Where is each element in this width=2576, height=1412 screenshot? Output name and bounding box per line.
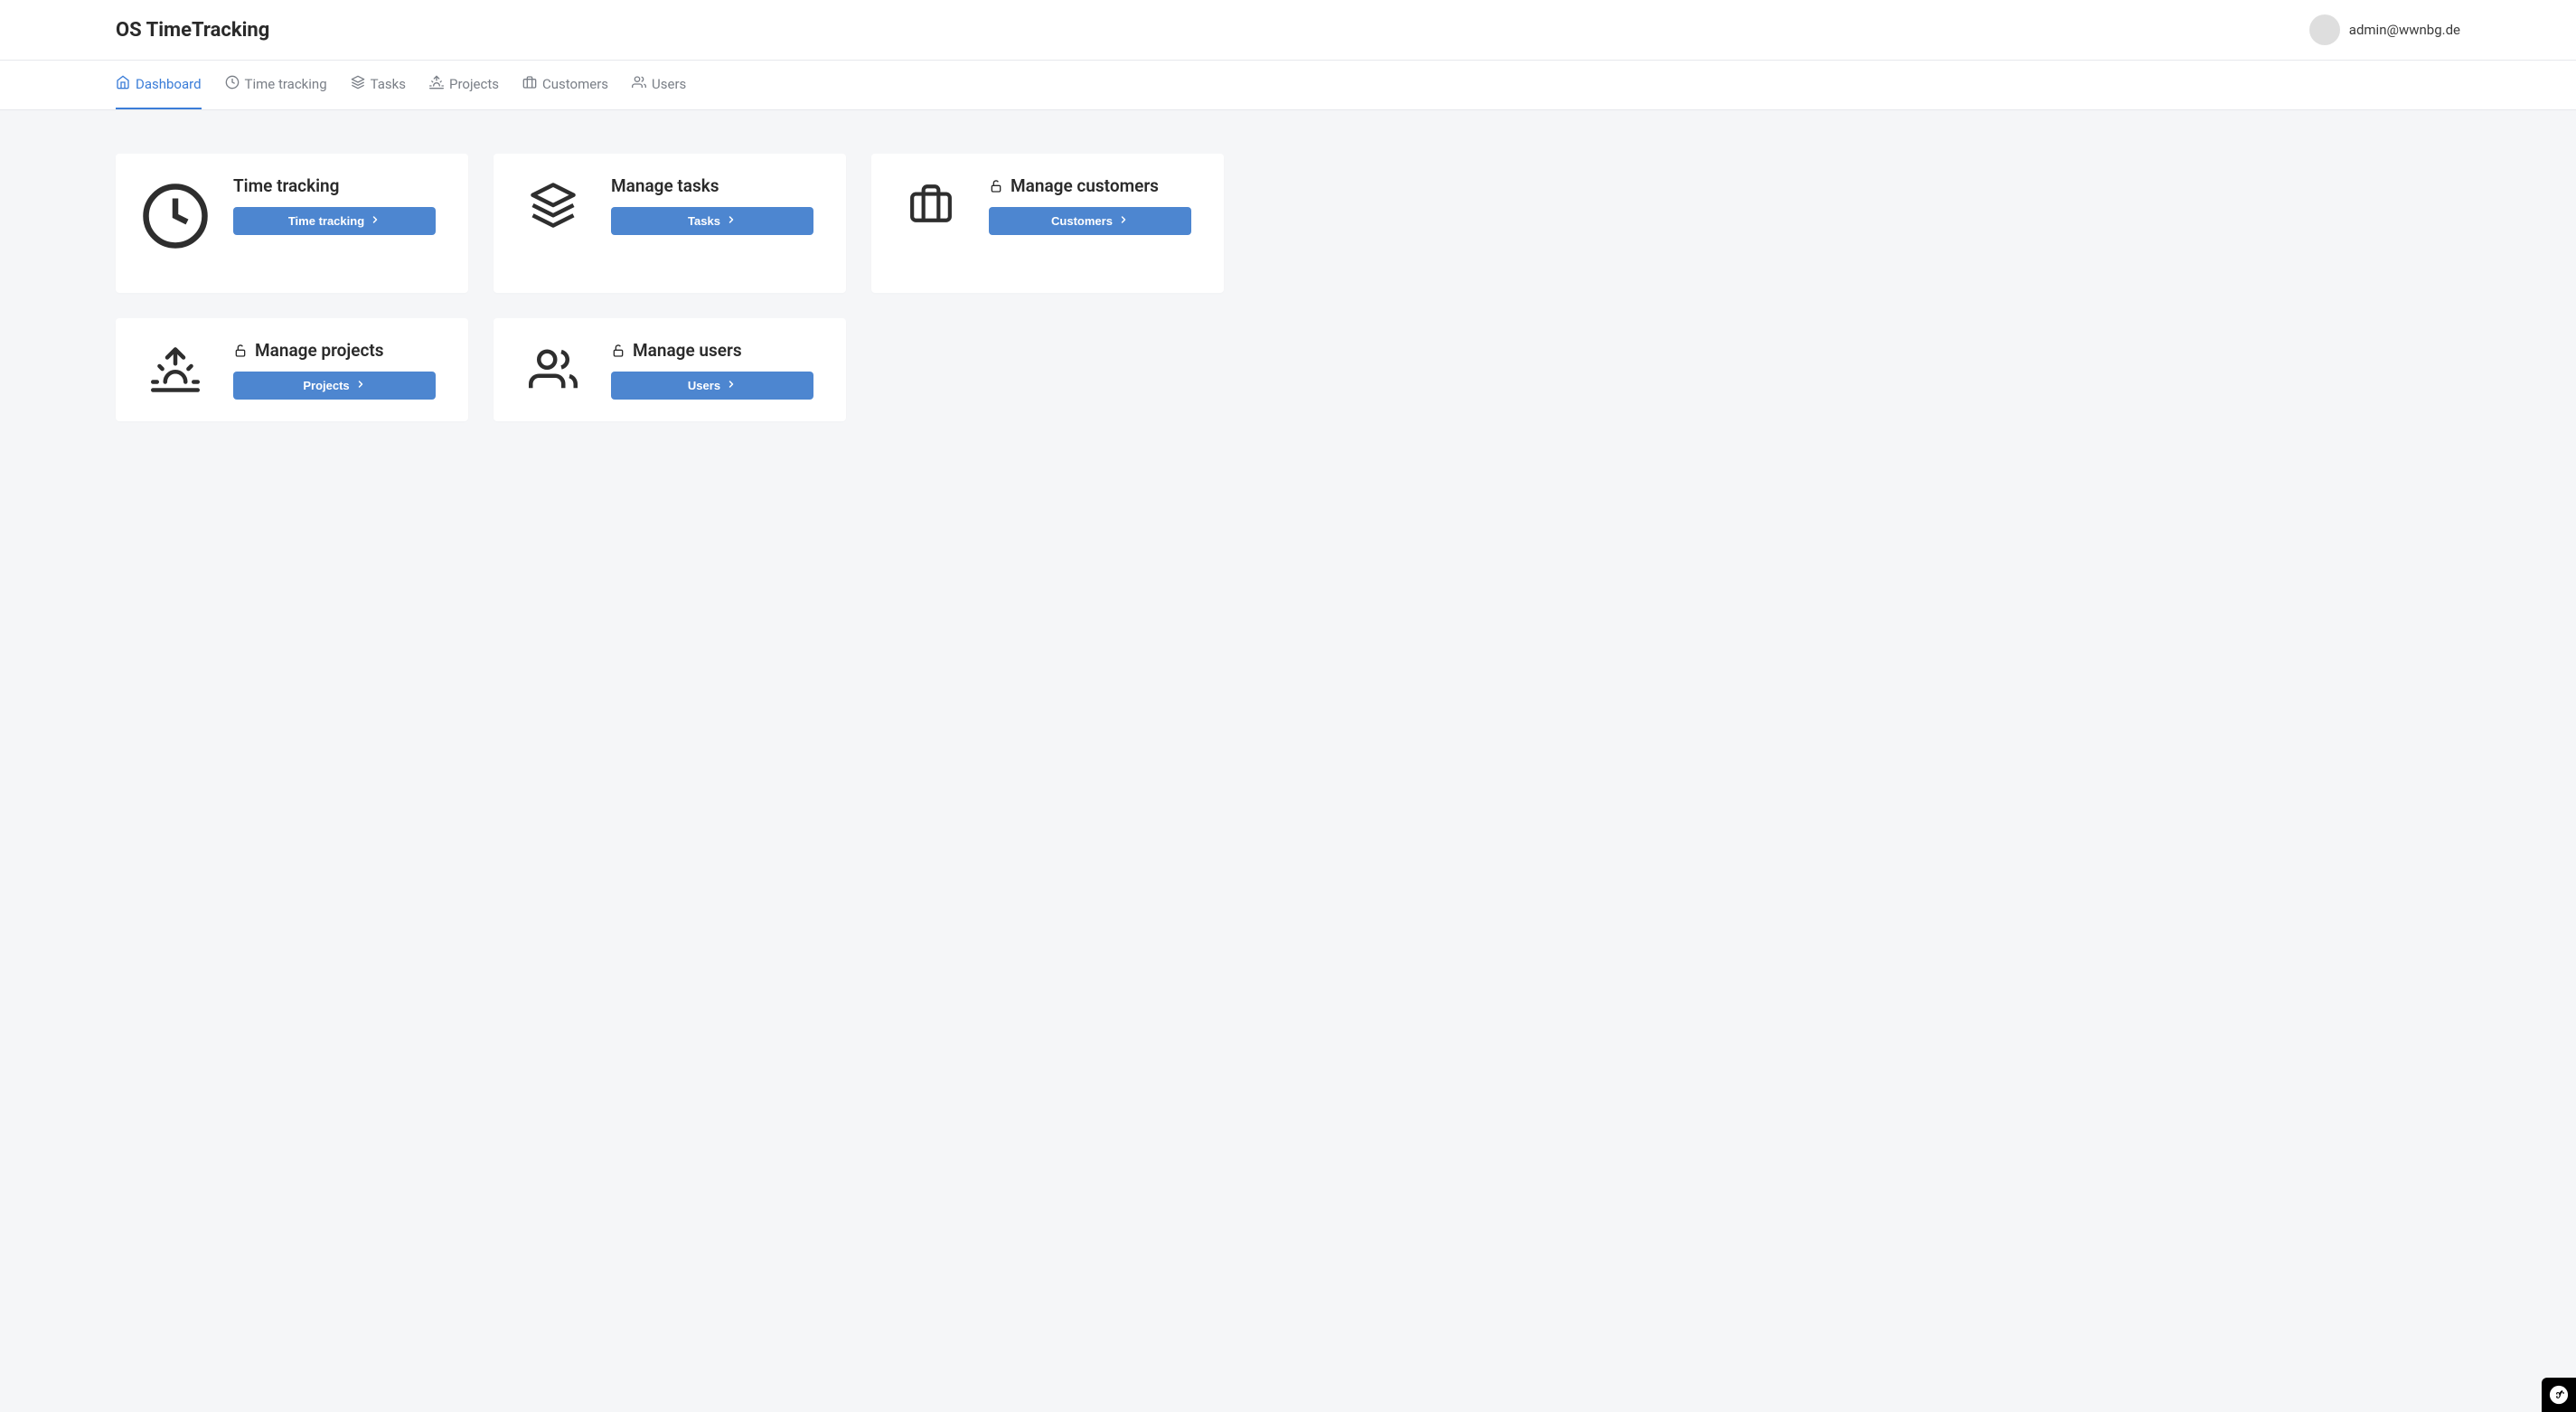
app-title: OS TimeTracking (116, 19, 269, 42)
sunrise-icon (139, 340, 212, 394)
card-title-text: Manage projects (255, 340, 384, 361)
chevron-right-icon (726, 214, 737, 228)
unlock-icon (989, 179, 1003, 193)
clock-icon (225, 75, 240, 93)
card-title: Manage users (611, 340, 823, 361)
nav-projects[interactable]: Projects (429, 61, 499, 109)
home-icon (116, 75, 130, 93)
user-email: admin@wwnbg.de (2349, 22, 2460, 38)
layers-icon (351, 75, 365, 93)
tasks-button[interactable]: Tasks (611, 207, 813, 235)
button-label: Projects (303, 379, 349, 392)
nav-label: Users (652, 76, 686, 92)
card-projects: Manage projects Projects (116, 318, 468, 421)
chevron-right-icon (355, 379, 366, 392)
nav-label: Customers (542, 76, 608, 92)
card-title-text: Manage tasks (611, 175, 719, 196)
chevron-right-icon (1118, 214, 1129, 228)
sunrise-icon (429, 75, 444, 93)
card-tasks: Manage tasks Tasks (494, 154, 846, 293)
chevron-right-icon (370, 214, 381, 228)
chevron-right-icon (726, 379, 737, 392)
card-title: Manage projects (233, 340, 445, 361)
card-title-text: Time tracking (233, 175, 339, 196)
users-icon (632, 75, 646, 93)
button-label: Customers (1051, 214, 1113, 228)
users-icon (517, 340, 589, 394)
header: OS TimeTracking admin@wwnbg.de (0, 0, 2576, 61)
card-title: Time tracking (233, 175, 445, 196)
nav-time-tracking[interactable]: Time tracking (225, 61, 327, 109)
nav-label: Projects (449, 76, 499, 92)
nav-tasks[interactable]: Tasks (351, 61, 406, 109)
nav-label: Dashboard (136, 76, 202, 92)
avatar (2309, 14, 2340, 45)
clock-icon (139, 175, 212, 251)
card-customers: Manage customers Customers (871, 154, 1224, 293)
card-title: Manage customers (989, 175, 1200, 196)
unlock-icon (611, 344, 625, 358)
nav-dashboard[interactable]: Dashboard (116, 61, 202, 109)
card-time-tracking: Time tracking Time tracking (116, 154, 468, 293)
unlock-icon (233, 344, 248, 358)
nav-label: Tasks (371, 76, 406, 92)
card-grid: Time tracking Time tracking Manage tasks… (116, 154, 2460, 421)
card-title-text: Manage users (633, 340, 742, 361)
time-tracking-button[interactable]: Time tracking (233, 207, 436, 235)
main-nav: Dashboard Time tracking Tasks Projects C… (0, 61, 2576, 110)
button-label: Users (688, 379, 720, 392)
user-menu[interactable]: admin@wwnbg.de (2309, 14, 2460, 45)
briefcase-icon (895, 175, 967, 226)
nav-customers[interactable]: Customers (522, 61, 608, 109)
users-button[interactable]: Users (611, 372, 813, 400)
projects-button[interactable]: Projects (233, 372, 436, 400)
nav-users[interactable]: Users (632, 61, 686, 109)
button-label: Tasks (688, 214, 720, 228)
symfony-badge[interactable] (2542, 1378, 2576, 1412)
briefcase-icon (522, 75, 537, 93)
customers-button[interactable]: Customers (989, 207, 1191, 235)
nav-label: Time tracking (245, 76, 327, 92)
button-label: Time tracking (288, 214, 364, 228)
card-title-text: Manage customers (1011, 175, 1159, 196)
card-title: Manage tasks (611, 175, 823, 196)
card-users: Manage users Users (494, 318, 846, 421)
symfony-icon (2549, 1385, 2569, 1405)
content: Time tracking Time tracking Manage tasks… (0, 110, 2576, 465)
layers-icon (517, 175, 589, 230)
